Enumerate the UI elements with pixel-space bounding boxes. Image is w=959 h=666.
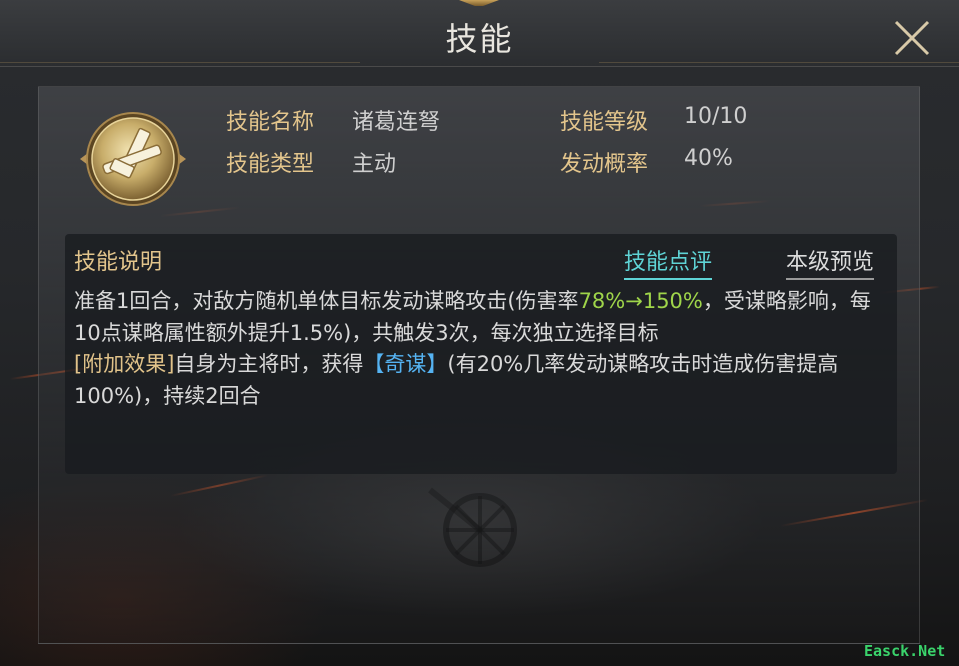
skill-level-value: 10/10 <box>684 104 748 129</box>
skill-name-value: 诸葛连弩 <box>352 110 441 135</box>
description-paragraph-main: 准备1回合，对敌方随机单体目标发动谋略攻击(伤害率78%→150%，受谋略影响，… <box>74 286 884 349</box>
description-paragraph-bonus: [附加效果]自身为主将时，获得【奇谋】(有20%几率发动谋略攻击时造成伤害提高1… <box>74 349 884 412</box>
trigger-chance-label: 发动概率 <box>560 152 649 177</box>
trigger-chance-value: 40% <box>684 146 733 171</box>
description-text: 准备1回合，对敌方随机单体目标发动谋略攻击(伤害率 <box>74 289 579 313</box>
skill-type-label: 技能类型 <box>226 152 315 177</box>
skill-name-label: 技能名称 <box>226 110 315 135</box>
bonus-effect-tag: [附加效果] <box>74 352 175 376</box>
status-keyword-link[interactable]: 【奇谋】 <box>363 352 447 376</box>
skill-type-value: 主动 <box>352 152 397 177</box>
close-button[interactable] <box>890 16 934 60</box>
tab-level-preview[interactable]: 本级预览 <box>786 244 875 280</box>
close-icon <box>894 20 930 56</box>
title-bar: 技能 <box>0 0 959 67</box>
skill-description: 准备1回合，对敌方随机单体目标发动谋略攻击(伤害率78%→150%，受谋略影响，… <box>74 286 884 412</box>
skill-level-label: 技能等级 <box>560 110 649 135</box>
damage-rate-highlight: 78%→150% <box>578 289 703 313</box>
crossbow-icon <box>80 112 186 206</box>
page-title: 技能 <box>445 20 514 58</box>
description-text: 自身为主将时，获得 <box>174 352 364 376</box>
skill-icon <box>78 104 188 214</box>
title-ornament <box>459 0 499 6</box>
description-header: 技能说明 <box>74 250 163 275</box>
site-watermark: Easck.Net <box>864 642 946 660</box>
tab-skill-review[interactable]: 技能点评 <box>624 244 713 280</box>
